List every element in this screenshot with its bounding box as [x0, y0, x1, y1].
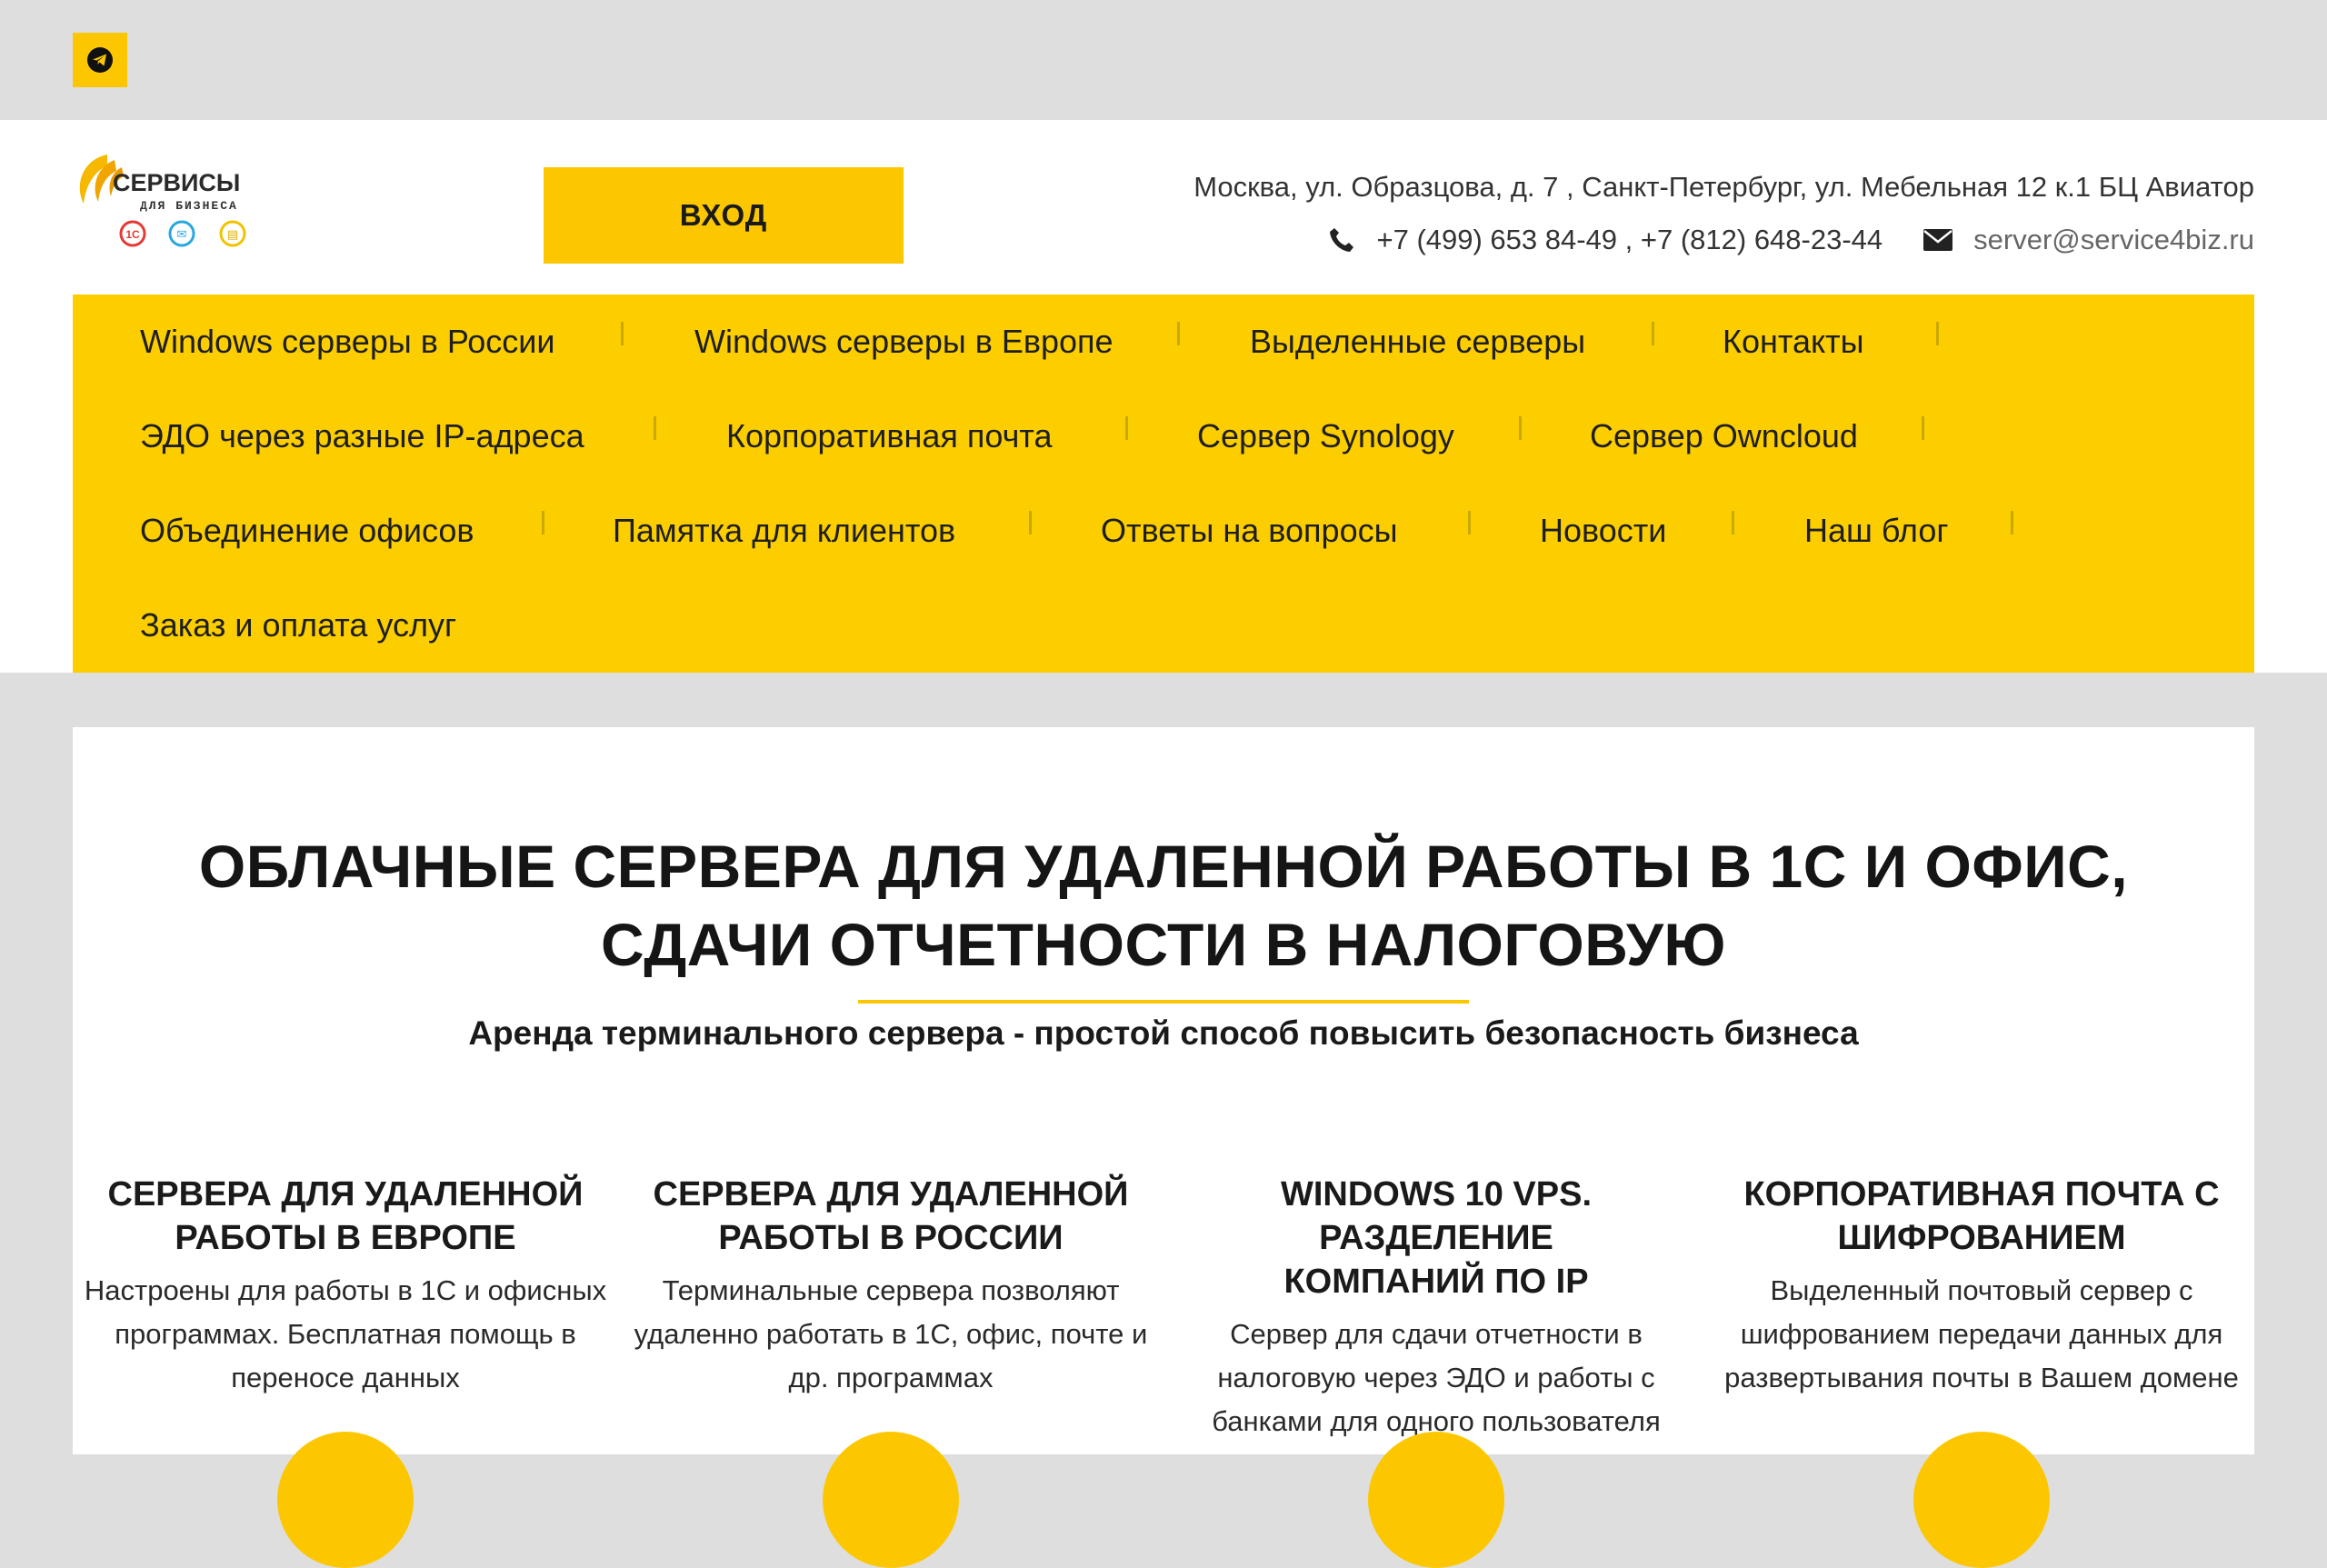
nav-separator: [1652, 322, 1654, 345]
office-address: Москва, ул. Образцова, д. 7 , Санкт-Пете…: [1193, 171, 2254, 203]
service-card-russia[interactable]: СЕРВЕРА ДЛЯ УДАЛЕННОЙ РАБОТЫ В РОССИИ Те…: [618, 1173, 1164, 1400]
card-description: Выделенный почтовый сервер с шифрованием…: [1709, 1269, 2254, 1400]
nav-separator: [1519, 416, 1522, 440]
card-title-line-2: РАБОТЫ В ЕВРОПЕ: [175, 1219, 516, 1257]
nav-edo-ip[interactable]: ЭДО через разные IP-адреса: [140, 389, 584, 484]
card-description-line-2: налоговую через ЭДО и работы с: [1217, 1362, 1655, 1393]
card-title-line-2: КОМПАНИЙ ПО IP: [1283, 1263, 1589, 1301]
card-description: Терминальные сервера позволяют удаленно …: [618, 1269, 1164, 1400]
main-content: ОБЛАЧНЫЕ СЕРВЕРА ДЛЯ УДАЛЕННОЙ РАБОТЫ В …: [73, 727, 2254, 1568]
nav-owncloud[interactable]: Сервер Owncloud: [1590, 389, 1858, 484]
nav-separator: [1732, 511, 1734, 534]
card-title[interactable]: КОРПОРАТИВНАЯ ПОЧТА С ШИФРОВАНИЕМ: [1709, 1173, 2254, 1260]
nav-client-memo[interactable]: Памятка для клиентов: [613, 484, 955, 578]
nav-corporate-mail[interactable]: Корпоративная почта: [726, 389, 1053, 484]
hero-underline: [858, 1000, 1469, 1004]
nav-separator: [654, 416, 656, 440]
nav-row-3: Объединение офисов Памятка для клиентов …: [73, 484, 2254, 578]
nav-windows-europe[interactable]: Windows серверы в Европе: [694, 295, 1114, 389]
main-navigation: Windows серверы в России Windows серверы…: [73, 295, 2254, 673]
nav-separator: [1468, 511, 1471, 534]
nav-row-1: Windows серверы в России Windows серверы…: [73, 295, 2254, 389]
logo-graphic: СЕРВИСЫ ДЛЯ БИЗНЕСА 1С ✉ ▤: [79, 155, 246, 247]
nav-office-merge[interactable]: Объединение офисов: [140, 484, 474, 578]
service-card-europe[interactable]: СЕРВЕРА ДЛЯ УДАЛЕННОЙ РАБОТЫ В ЕВРОПЕ На…: [73, 1173, 618, 1400]
telegram-button[interactable]: [73, 33, 127, 87]
card-title-line-1: КОРПОРАТИВНАЯ ПОЧТА С: [1743, 1175, 2220, 1213]
card-description-line-2: удаленно работать в 1С, офис, почте и: [634, 1318, 1148, 1350]
phone-icon: [1327, 225, 1356, 255]
contact-line: +7 (499) 653 84-49 , +7 (812) 648-23-44 …: [1327, 224, 2254, 256]
card-title-line-1: СЕРВЕРА ДЛЯ УДАЛЕННОЙ: [107, 1175, 584, 1213]
card-description-line-1: Сервер для сдачи отчетности в: [1230, 1318, 1643, 1350]
nav-order-payment[interactable]: Заказ и оплата услуг: [140, 578, 456, 673]
card-icon-circle[interactable]: [277, 1432, 414, 1568]
hero-subtitle: Аренда терминального сервера - простой с…: [468, 1014, 1859, 1052]
site-logo[interactable]: СЕРВИСЫ ДЛЯ БИЗНЕСА 1С ✉ ▤: [73, 147, 255, 256]
nav-row-2: ЭДО через разные IP-адреса Корпоративная…: [73, 389, 2254, 484]
nav-separator: [542, 511, 544, 534]
svg-text:▤: ▤: [227, 228, 238, 242]
service-card-corporate-mail[interactable]: КОРПОРАТИВНАЯ ПОЧТА С ШИФРОВАНИЕМ Выделе…: [1709, 1173, 2254, 1400]
nav-separator: [1029, 511, 1032, 534]
nav-separator: [621, 322, 624, 345]
nav-faq[interactable]: Ответы на вопросы: [1101, 484, 1397, 578]
svg-text:ДЛЯ БИЗНЕСА: ДЛЯ БИЗНЕСА: [140, 199, 238, 213]
svg-text:1С: 1С: [125, 228, 140, 241]
card-description-line-3: переносе данных: [231, 1362, 460, 1393]
site-header: СЕРВИСЫ ДЛЯ БИЗНЕСА 1С ✉ ▤ ВХОД Москва, …: [0, 120, 2327, 673]
svg-text:СЕРВИСЫ: СЕРВИСЫ: [113, 169, 240, 196]
nav-separator: [1936, 322, 1939, 345]
card-description-line-3: развертывания почты в Вашем домене: [1724, 1362, 2239, 1393]
hero-title: ОБЛАЧНЫЕ СЕРВЕРА ДЛЯ УДАЛЕННОЙ РАБОТЫ В …: [73, 827, 2254, 984]
nav-separator: [1125, 416, 1128, 440]
card-title-line-1: WINDOWS 10 VPS. РАЗДЕЛЕНИЕ: [1280, 1175, 1593, 1257]
hero-title-line-1: ОБЛАЧНЫЕ СЕРВЕРА ДЛЯ УДАЛЕННОЙ РАБОТЫ В …: [198, 833, 2129, 900]
nav-contacts[interactable]: Контакты: [1723, 295, 1864, 389]
card-description-line-1: Настроены для работы в 1С и офисных: [84, 1274, 607, 1306]
nav-separator: [1922, 416, 1924, 440]
phone-numbers[interactable]: +7 (499) 653 84-49 , +7 (812) 648-23-44: [1376, 224, 1883, 256]
service-card-windows-vps[interactable]: WINDOWS 10 VPS. РАЗДЕЛЕНИЕ КОМПАНИЙ ПО I…: [1164, 1173, 1709, 1443]
top-bar: [0, 0, 2327, 120]
card-icon-circle[interactable]: [823, 1432, 959, 1568]
card-title-line-1: СЕРВЕРА ДЛЯ УДАЛЕННОЙ: [653, 1175, 1129, 1213]
card-description-line-3: др. программах: [788, 1362, 994, 1393]
card-icon-circle[interactable]: [1368, 1432, 1504, 1568]
nav-synology[interactable]: Сервер Synology: [1197, 389, 1454, 484]
card-description-line-2: программах. Бесплатная помощь в: [115, 1318, 576, 1350]
card-description-line-2: шифрованием передачи данных для: [1740, 1318, 2223, 1350]
envelope-icon: [1923, 228, 1953, 252]
card-title[interactable]: СЕРВЕРА ДЛЯ УДАЛЕННОЙ РАБОТЫ В РОССИИ: [618, 1173, 1164, 1260]
nav-news[interactable]: Новости: [1540, 484, 1666, 578]
nav-blog[interactable]: Наш блог: [1804, 484, 1948, 578]
card-description: Сервер для сдачи отчетности в налоговую …: [1164, 1313, 1709, 1443]
card-title-line-2: ШИФРОВАНИЕМ: [1837, 1219, 2126, 1257]
card-description: Настроены для работы в 1С и офисных прог…: [73, 1269, 618, 1400]
card-icon-circle[interactable]: [1913, 1432, 2050, 1568]
nav-dedicated-servers[interactable]: Выделенные серверы: [1250, 295, 1585, 389]
nav-separator: [2011, 511, 2013, 534]
nav-row-4: Заказ и оплата услуг: [73, 578, 2254, 673]
telegram-icon: [87, 47, 113, 73]
card-description-line-1: Выделенный почтовый сервер с: [1770, 1274, 2193, 1306]
card-title[interactable]: СЕРВЕРА ДЛЯ УДАЛЕННОЙ РАБОТЫ В ЕВРОПЕ: [73, 1173, 618, 1260]
email-link[interactable]: server@service4biz.ru: [1973, 224, 2254, 256]
svg-text:✉: ✉: [177, 228, 187, 242]
hero-title-line-2: СДАЧИ ОТЧЕТНОСТИ В НАЛОГОВУЮ: [601, 911, 1726, 978]
card-description-line-1: Терминальные сервера позволяют: [662, 1274, 1120, 1306]
nav-separator: [1177, 322, 1180, 345]
login-button[interactable]: ВХОД: [544, 167, 904, 264]
card-title-line-2: РАБОТЫ В РОССИИ: [718, 1219, 1064, 1257]
nav-windows-russia[interactable]: Windows серверы в России: [140, 295, 555, 389]
card-title[interactable]: WINDOWS 10 VPS. РАЗДЕЛЕНИЕ КОМПАНИЙ ПО I…: [1164, 1173, 1709, 1303]
